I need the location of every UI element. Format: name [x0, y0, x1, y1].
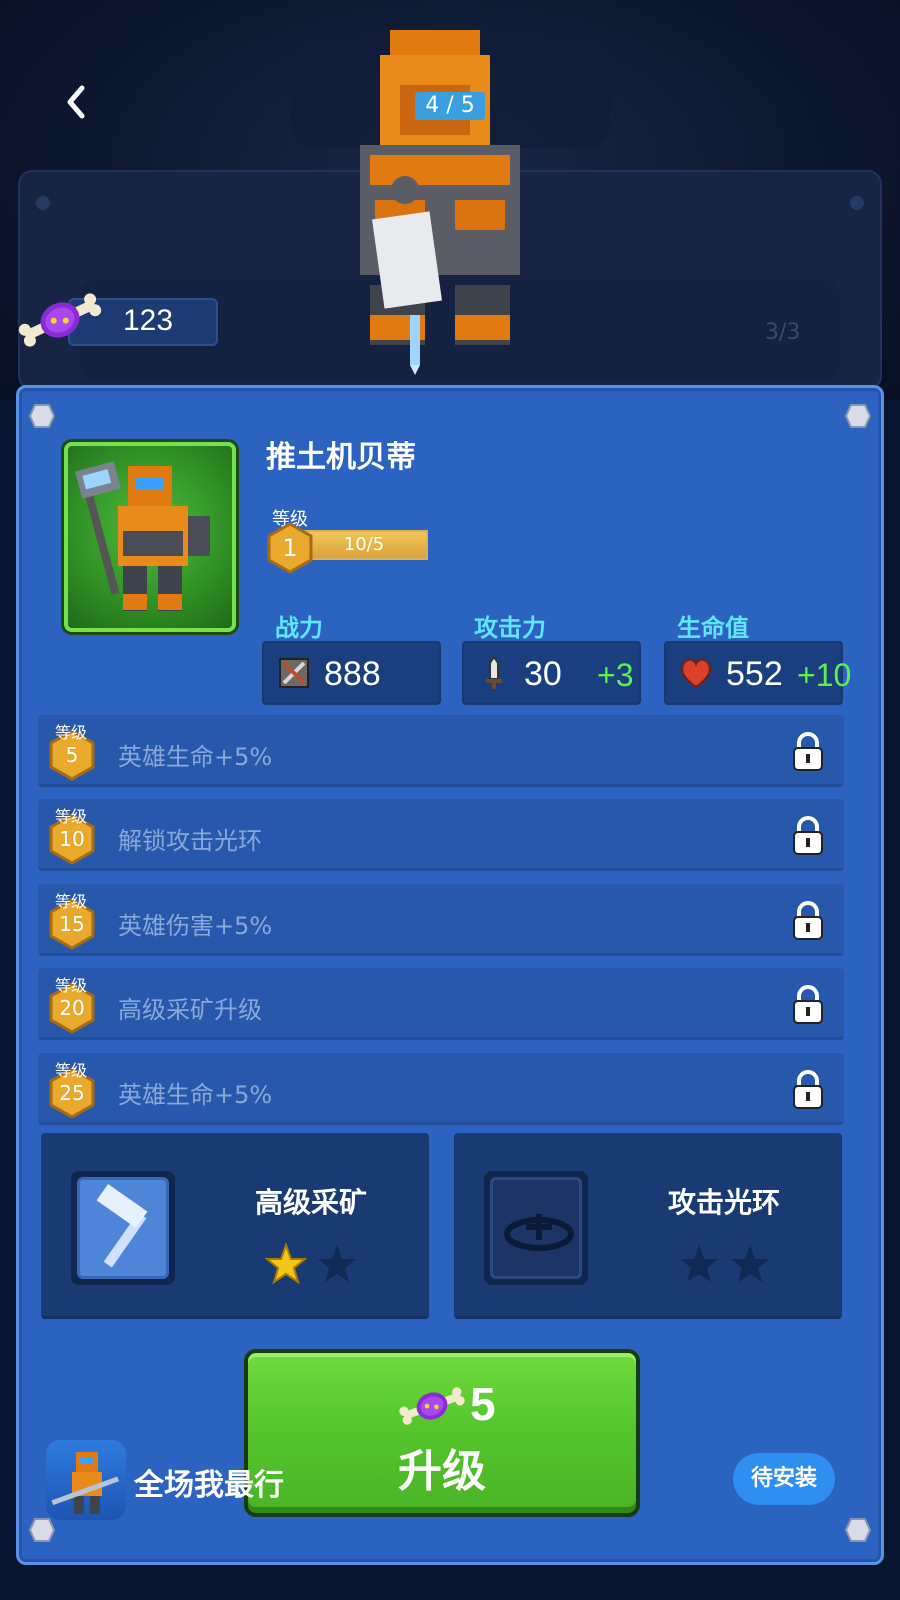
stat-label-power: 战力 — [275, 614, 323, 642]
ad-install-button[interactable]: 待安装 — [733, 1453, 835, 1505]
candy-icon — [399, 1387, 465, 1425]
star-filled-icon — [265, 1243, 307, 1285]
unlock-text: 高级采矿升级 — [118, 996, 262, 1024]
hero-name: 推土机贝蒂 — [266, 440, 416, 475]
unlock-row: 25 等级 英雄生命+5% — [38, 1053, 844, 1125]
bolt-icon — [29, 1518, 55, 1542]
ad-app-icon[interactable] — [46, 1440, 126, 1520]
heart-icon — [681, 658, 711, 689]
hero-level: 1 — [282, 534, 298, 562]
unlock-text: 英雄伤害+5% — [118, 912, 273, 940]
currency-amount: 123 — [123, 304, 174, 337]
unlock-level-label: 等级 — [55, 892, 88, 911]
star-empty-icon — [680, 1245, 718, 1282]
bolt-icon — [850, 196, 864, 210]
hammer-icon — [96, 1184, 148, 1268]
hero-portrait — [64, 442, 236, 632]
page-counter: 4 / 5 — [415, 92, 485, 120]
stat-bonus-health: +10 — [797, 657, 852, 693]
unlock-row: 15 等级 英雄伤害+5% — [38, 884, 844, 956]
stat-value-attack: 30 — [524, 655, 562, 693]
aura-icon — [504, 1214, 574, 1251]
upgrade-label: 升级 — [398, 1446, 486, 1497]
star-empty-icon — [731, 1245, 769, 1282]
ad-app-art — [51, 1452, 119, 1514]
background-count: 3/3 — [765, 320, 801, 345]
lock-icon — [793, 732, 823, 771]
unlock-level-label: 等级 — [55, 723, 88, 742]
upgrade-cost: 5 — [470, 1378, 496, 1430]
stat-box-attack: 30 +3 — [462, 641, 641, 705]
stat-value-power: 888 — [324, 655, 381, 693]
stat-bonus-attack: +3 — [597, 657, 634, 693]
bolt-icon — [29, 404, 55, 428]
upgrade-button[interactable]: 5 升级 — [244, 1349, 640, 1517]
stat-box-power: 888 — [262, 641, 441, 705]
xp-text: 10/5 — [343, 534, 385, 555]
unlock-level-label: 等级 — [55, 1061, 88, 1080]
lock-icon — [793, 816, 823, 855]
skill-title: 高级采矿 — [254, 1186, 367, 1219]
unlock-text: 英雄生命+5% — [118, 1081, 273, 1109]
currency-display: 123 — [18, 288, 218, 352]
unlock-row: 10 等级 解锁攻击光环 — [38, 799, 844, 871]
skill-card-mining[interactable]: 高级采矿 — [41, 1133, 429, 1319]
back-button[interactable] — [58, 82, 98, 122]
stat-value-health: 552 — [726, 655, 783, 693]
stat-label-health: 生命值 — [677, 614, 749, 642]
unlock-text: 解锁攻击光环 — [118, 827, 262, 855]
xp-bar: 10/5 — [300, 530, 428, 560]
stat-box-health: 552 +10 — [664, 641, 851, 705]
lock-icon — [793, 901, 823, 940]
unlock-row: 20 等级 高级采矿升级 — [38, 968, 844, 1040]
lock-icon — [793, 985, 823, 1024]
skill-icon-inner — [490, 1177, 582, 1279]
bolt-icon — [845, 1518, 871, 1542]
skill-card-aura[interactable]: 攻击光环 — [454, 1133, 842, 1319]
skill-icon-frame — [484, 1171, 588, 1285]
power-icon — [279, 658, 309, 688]
chevron-left-icon — [67, 85, 85, 119]
sword-icon — [486, 655, 502, 689]
lock-icon — [793, 1070, 823, 1109]
star-empty-icon — [318, 1245, 356, 1282]
ad-title[interactable]: 全场我最行 — [134, 1460, 284, 1504]
bolt-icon — [845, 404, 871, 428]
candy-icon — [18, 293, 102, 347]
unlock-text: 英雄生命+5% — [118, 743, 273, 771]
unlock-level-label: 等级 — [55, 807, 88, 826]
skill-icon-frame — [71, 1171, 175, 1285]
unlock-level-label: 等级 — [55, 976, 88, 995]
hero-model — [360, 30, 520, 375]
stat-label-attack: 攻击力 — [474, 614, 546, 642]
bolt-icon — [36, 196, 50, 210]
unlock-row: 5 等级 英雄生命+5% — [38, 715, 844, 787]
hero-portrait-art — [75, 461, 210, 611]
skill-title: 攻击光环 — [667, 1186, 780, 1219]
skill-icon-inner — [77, 1177, 169, 1279]
